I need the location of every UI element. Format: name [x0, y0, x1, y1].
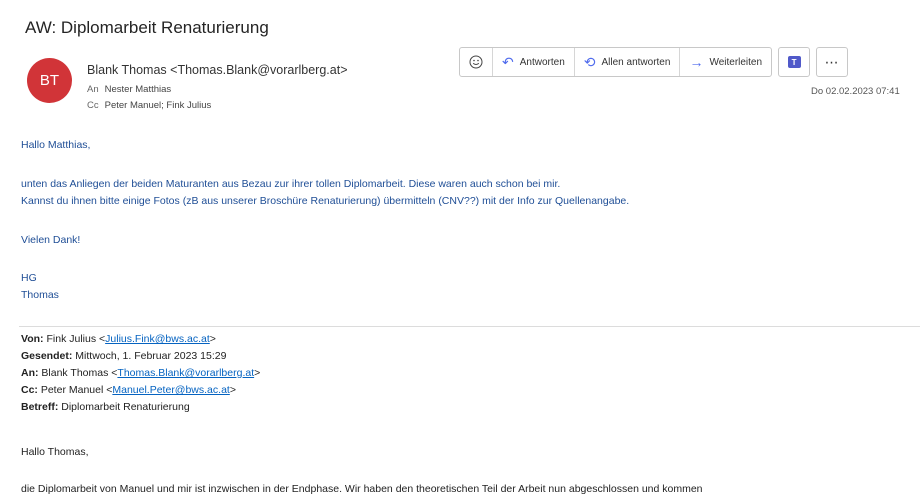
quoted-to-label: An:: [21, 367, 39, 379]
quoted-subject-label: Betreff:: [21, 401, 59, 413]
cc-line: Cc Peter Manuel; Fink Julius: [87, 100, 211, 111]
quoted-cc-name: Peter Manuel <: [40, 384, 113, 396]
quoted-from: Von: Fink Julius <Julius.Fink@bws.ac.at>: [21, 333, 216, 345]
reply-button[interactable]: ↶ Antworten: [492, 48, 574, 76]
quoted-cc-label: Cc:: [21, 384, 38, 396]
quoted-sent: Gesendet: Mittwoch, 1. Februar 2023 15:2…: [21, 350, 226, 362]
quoted-cc: Cc: Peter Manuel <Manuel.Peter@bws.ac.at…: [21, 384, 236, 396]
quoted-to-end: >: [254, 367, 261, 379]
smiley-icon: [469, 55, 483, 69]
message-toolbar: ↶ Antworten ⟲ Allen antworten → Weiterle…: [459, 47, 849, 77]
teams-icon: T: [787, 56, 801, 68]
reply-label: Antworten: [519, 56, 565, 68]
quoted-sent-label: Gesendet:: [21, 350, 73, 362]
quoted-to: An: Blank Thomas <Thomas.Blank@vorarlber…: [21, 367, 260, 379]
quoted-cc-end: >: [229, 384, 236, 396]
teams-button[interactable]: T: [778, 47, 811, 77]
forward-button[interactable]: → Weiterleiten: [679, 48, 771, 76]
forward-label: Weiterleiten: [709, 56, 763, 68]
reply-greeting: Hallo Matthias,: [21, 139, 91, 151]
reply-all-label: Allen antworten: [601, 56, 671, 68]
quoted-cc-email-link[interactable]: Manuel.Peter@bws.ac.at: [112, 384, 229, 396]
reply-thanks: Vielen Dank!: [21, 234, 81, 246]
reply-icon: ↶: [502, 54, 514, 70]
quoted-to-name: Blank Thomas <: [41, 367, 118, 379]
quoted-greeting: Hallo Thomas,: [21, 446, 89, 458]
reply-all-icon: ⟲: [583, 54, 596, 70]
to-label: An: [87, 84, 99, 95]
reply-signature-1: HG: [21, 272, 37, 284]
quoted-subject-value: Diplomarbeit Renaturierung: [61, 401, 190, 413]
quoted-from-label: Von:: [21, 333, 44, 345]
message-date: Do 02.02.2023 07:41: [811, 86, 900, 97]
quoted-from-name: Fink Julius <: [46, 333, 106, 345]
avatar[interactable]: BT: [27, 58, 72, 103]
to-line: An Nester Matthias: [87, 84, 171, 95]
quoted-sent-value: Mittwoch, 1. Februar 2023 15:29: [75, 350, 227, 362]
to-recipients[interactable]: Nester Matthias: [105, 84, 172, 95]
more-actions-button[interactable]: ⋯: [816, 47, 849, 77]
quoted-from-end: >: [209, 333, 216, 345]
forward-icon: →: [689, 54, 704, 70]
reply-line-1: unten das Anliegen der beiden Maturanten…: [21, 178, 561, 190]
quote-divider: [19, 326, 920, 327]
quoted-subject: Betreff: Diplomarbeit Renaturierung: [21, 401, 190, 413]
cc-label: Cc: [87, 100, 99, 111]
more-icon: ⋯: [824, 53, 840, 70]
email-subject: AW: Diplomarbeit Renaturierung: [25, 18, 269, 37]
reply-all-button[interactable]: ⟲ Allen antworten: [573, 48, 680, 76]
sender-name[interactable]: Blank Thomas <Thomas.Blank@vorarlberg.at…: [87, 63, 367, 77]
cc-recipients[interactable]: Peter Manuel; Fink Julius: [105, 100, 212, 111]
reply-button-group: ↶ Antworten ⟲ Allen antworten → Weiterle…: [459, 47, 773, 77]
reply-line-2: Kannst du ihnen bitte einige Fotos (zB a…: [21, 195, 630, 207]
emoji-reaction-button[interactable]: [460, 48, 492, 76]
quoted-line-1: die Diplomarbeit von Manuel und mir ist …: [21, 483, 703, 495]
quoted-from-email-link[interactable]: Julius.Fink@bws.ac.at: [105, 333, 210, 345]
reply-signature-2: Thomas: [21, 289, 59, 301]
quoted-to-email-link[interactable]: Thomas.Blank@vorarlberg.at: [117, 367, 254, 379]
